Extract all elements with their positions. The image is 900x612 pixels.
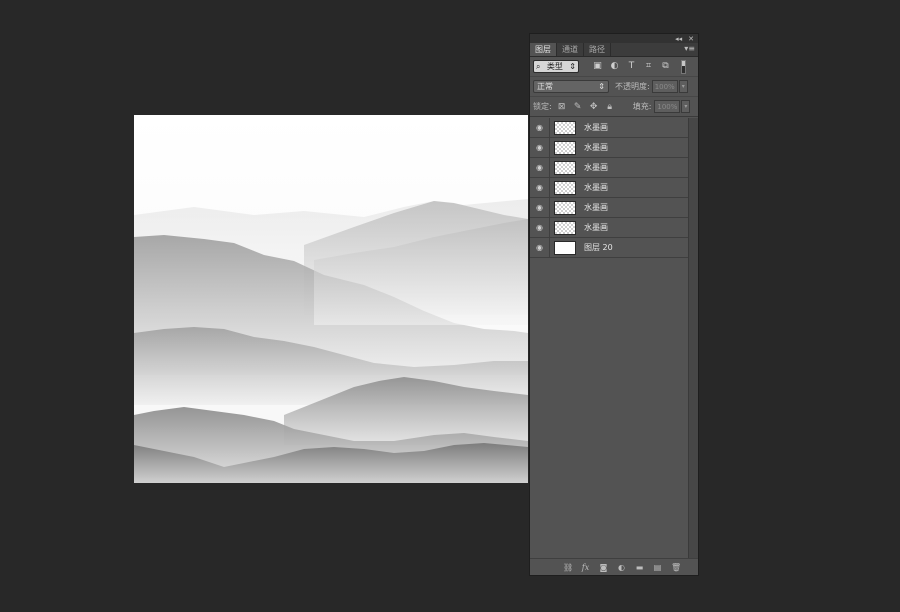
layer-row[interactable]: ◉ 水墨画 [530,178,688,198]
close-icon[interactable]: ✕ [688,35,694,43]
new-group-icon[interactable]: ▬ [635,563,644,572]
tab-layers[interactable]: 图层 [530,43,557,56]
adjustment-layer-icon[interactable]: ◐ [617,563,626,572]
layer-name: 图层 20 [584,243,613,252]
layer-thumbnail [554,140,576,155]
eye-icon[interactable]: ◉ [530,238,550,257]
shape-filter-icon[interactable]: ⌗ [644,62,653,71]
layer-thumbnail [554,160,576,175]
blend-mode-select[interactable]: 正常 ⇕ [533,80,609,93]
image-filter-icon[interactable]: ▣ [593,62,602,71]
opacity-label: 不透明度: [615,82,650,91]
search-icon: ⌕ [536,61,541,71]
layer-row[interactable]: ◉ 水墨画 [530,158,688,178]
smart-object-filter-icon[interactable]: ⧉ [661,62,670,71]
lock-row: 锁定: ⊠ ✎ ✥ 🔒︎ 填充: 100% ▾ [530,97,698,117]
layer-name: 水墨画 [584,163,608,172]
layer-row[interactable]: ◉ 图层 20 [530,238,688,258]
updown-arrows-icon: ⇕ [598,82,605,91]
eye-icon[interactable]: ◉ [530,118,550,137]
blend-mode-value: 正常 [537,82,553,91]
collapse-icon[interactable]: ◂◂ [675,35,682,43]
lock-all-icon[interactable]: 🔒︎ [605,102,615,112]
filter-toggle[interactable] [681,59,686,74]
workspace: ◂◂ ✕ 图层 通道 路径 ▾≡ ⌕ 类型 ⇕ ▣ ◐ T ⌗ ⧉ 正常 ⇕ 不… [0,0,900,612]
layer-name: 水墨画 [584,223,608,232]
eye-icon[interactable]: ◉ [530,198,550,217]
layer-thumbnail [554,240,576,255]
layer-name: 水墨画 [584,123,608,132]
filter-kind-label: 类型 [546,62,563,71]
new-layer-icon[interactable]: ▤ [653,563,662,572]
eye-icon[interactable]: ◉ [530,158,550,177]
fill-dropdown-button[interactable]: ▾ [681,100,691,113]
lock-position-icon[interactable]: ✥ [589,102,599,112]
layer-row[interactable]: ◉ 水墨画 [530,218,688,238]
panel-menu-icon[interactable]: ▾≡ [684,44,695,53]
opacity-field[interactable]: 100% [651,80,678,93]
layer-name: 水墨画 [584,183,608,192]
fill-field[interactable]: 100% [654,100,681,113]
lock-image-pixels-icon[interactable]: ✎ [573,102,583,112]
layer-row[interactable]: ◉ 水墨画 [530,118,688,138]
layer-name: 水墨画 [584,143,608,152]
layer-row[interactable]: ◉ 水墨画 [530,138,688,158]
eye-icon[interactable]: ◉ [530,218,550,237]
fill-label: 填充: [632,102,652,111]
lock-transparent-pixels-icon[interactable]: ⊠ [557,102,567,112]
link-layers-icon[interactable]: ⛓ [563,563,573,572]
layer-name: 水墨画 [584,203,608,212]
layers-scrollbar[interactable] [688,118,698,558]
eye-icon[interactable]: ◉ [530,138,550,157]
opacity-dropdown-button[interactable]: ▾ [678,80,688,93]
layer-thumbnail [554,200,576,215]
tab-channels[interactable]: 通道 [557,43,584,56]
eye-icon[interactable]: ◉ [530,178,550,197]
ink-wash-painting [134,115,528,483]
layer-thumbnail [554,120,576,135]
layers-panel: ◂◂ ✕ 图层 通道 路径 ▾≡ ⌕ 类型 ⇕ ▣ ◐ T ⌗ ⧉ 正常 ⇕ 不… [529,33,699,576]
adjustment-filter-icon[interactable]: ◐ [610,62,619,71]
add-mask-icon[interactable]: ◙ [599,563,608,572]
updown-arrows-icon: ⇕ [569,62,576,71]
tab-paths[interactable]: 路径 [584,43,611,56]
blend-row: 正常 ⇕ 不透明度: 100% ▾ [530,77,698,97]
layers-list: ◉ 水墨画 ◉ 水墨画 ◉ 水墨画 ◉ 水墨画 ◉ 水墨画 ◉ 水墨画 ◉ 图层… [530,118,688,558]
filter-kind-select[interactable]: ⌕ 类型 ⇕ [533,60,579,73]
layer-thumbnail [554,180,576,195]
fx-icon[interactable]: fx [581,563,590,572]
lock-label: 锁定: [533,102,552,111]
filter-row: ⌕ 类型 ⇕ ▣ ◐ T ⌗ ⧉ [530,57,698,77]
document-canvas[interactable] [134,115,528,483]
panel-footer: ⛓ fx ◙ ◐ ▬ ▤ 🗑︎ [530,558,698,575]
panel-title-bar: ◂◂ ✕ [530,34,698,43]
delete-layer-icon[interactable]: 🗑︎ [671,563,681,572]
lock-icons: ⊠ ✎ ✥ 🔒︎ [557,102,615,112]
filter-icons: ▣ ◐ T ⌗ ⧉ [593,62,670,71]
type-filter-icon[interactable]: T [627,62,636,71]
layer-row[interactable]: ◉ 水墨画 [530,198,688,218]
layer-thumbnail [554,220,576,235]
panel-tabs: 图层 通道 路径 ▾≡ [530,43,698,57]
